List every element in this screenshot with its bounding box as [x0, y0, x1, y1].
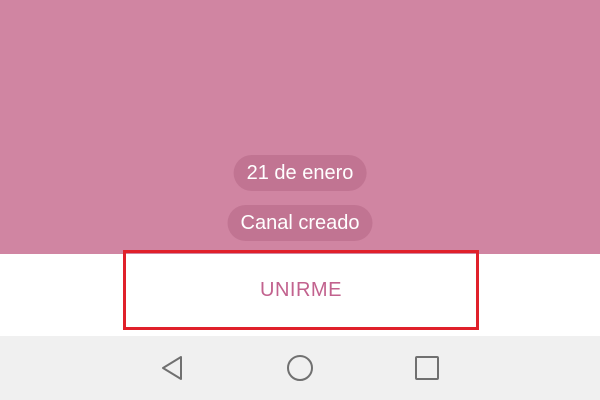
- back-triangle-icon: [162, 356, 182, 380]
- home-button[interactable]: [285, 353, 315, 383]
- join-channel-button[interactable]: UNIRME: [123, 250, 479, 330]
- join-bar: UNIRME: [0, 250, 600, 336]
- channel-created-message: Canal creado: [227, 205, 373, 241]
- back-button[interactable]: [157, 353, 187, 383]
- system-navigation-bar: [0, 336, 600, 400]
- chat-area: 21 de enero Canal creado: [0, 0, 600, 254]
- home-circle-icon: [287, 355, 313, 381]
- date-badge: 21 de enero: [233, 155, 367, 191]
- recents-button[interactable]: [412, 353, 442, 383]
- screen: 21 de enero Canal creado UNIRME: [0, 0, 600, 400]
- recents-square-icon: [415, 356, 439, 380]
